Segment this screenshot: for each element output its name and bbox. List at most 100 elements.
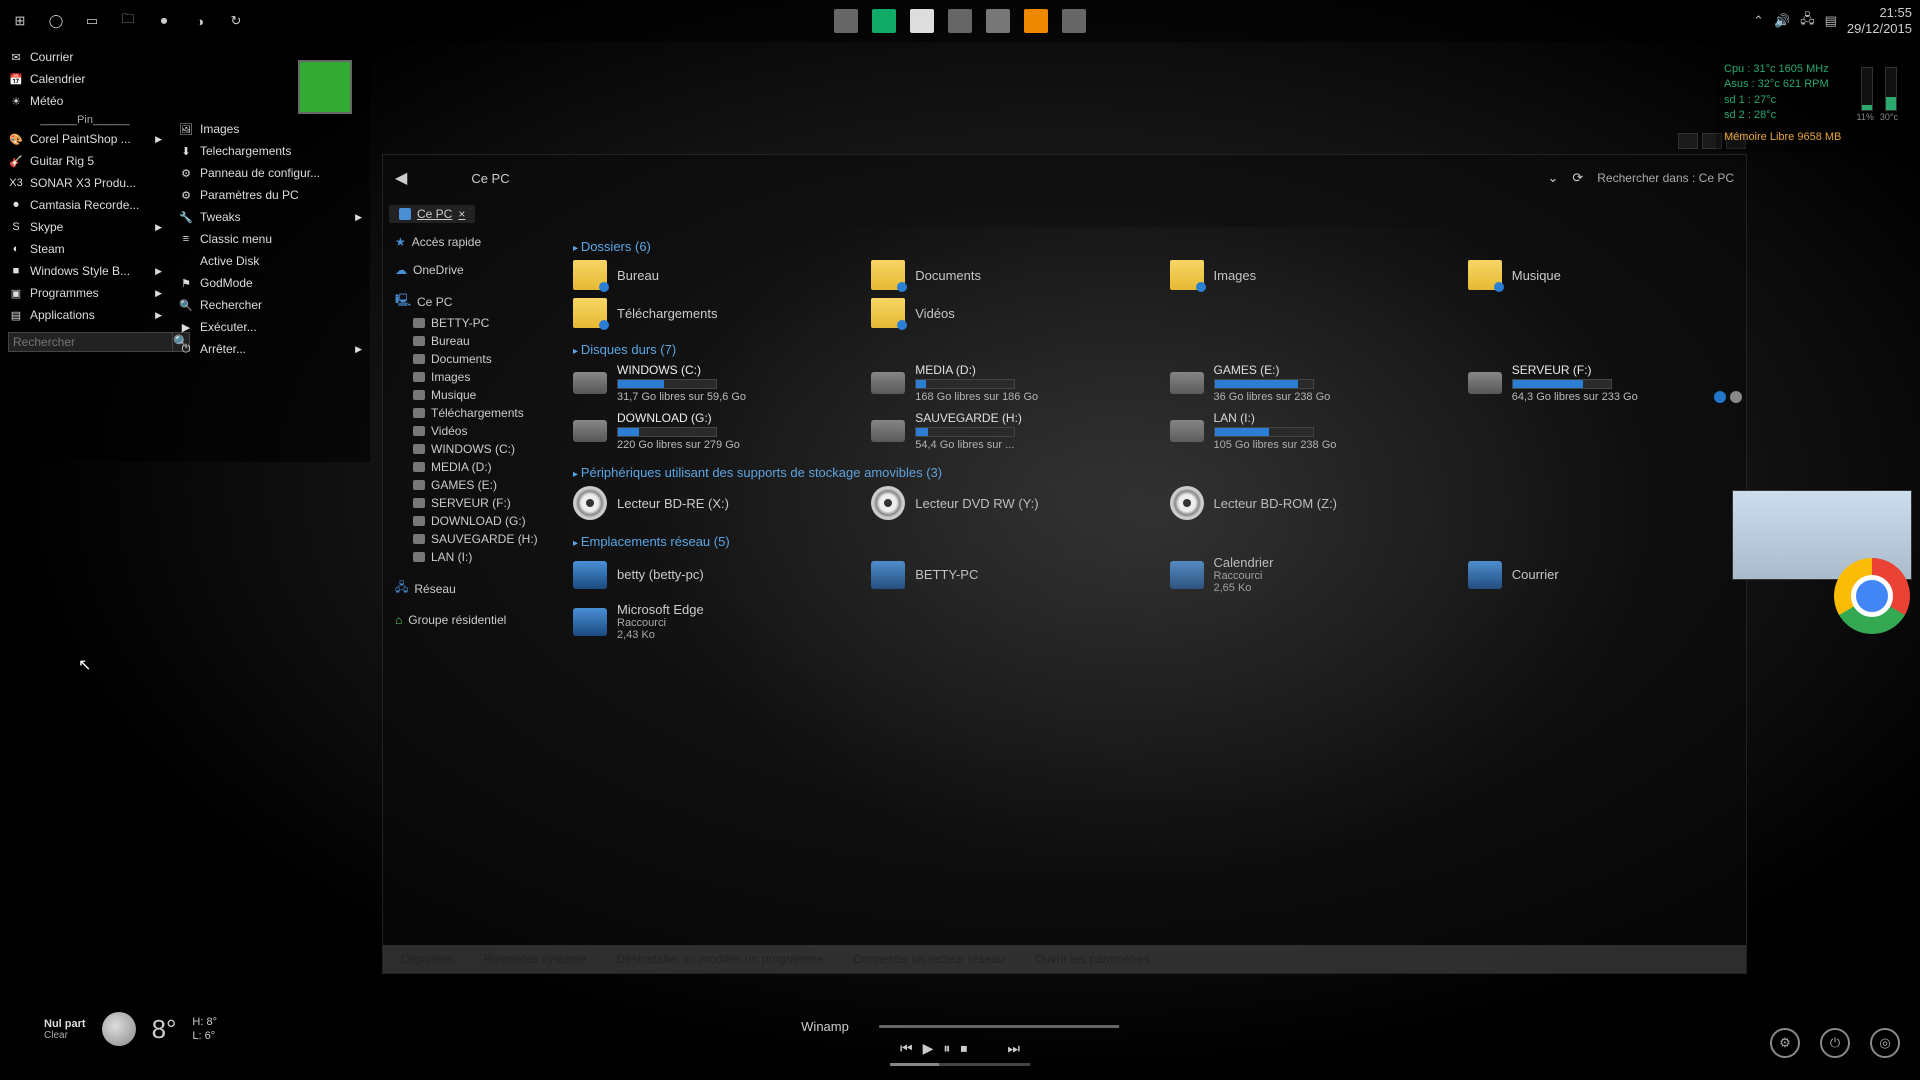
tray-app-7-icon[interactable] [1062, 9, 1086, 33]
user-avatar[interactable] [298, 60, 352, 114]
folder-tile[interactable]: Vidéos [871, 298, 1139, 328]
media-next-icon[interactable]: ⏭ [1007, 1040, 1020, 1057]
sidebar-item[interactable]: LAN (I:) [383, 548, 563, 566]
optical-drive-tile[interactable]: Lecteur BD-ROM (Z:) [1170, 486, 1438, 520]
media-progress[interactable] [879, 1025, 1119, 1028]
start-item[interactable]: ⏺Camtasia Recorde... [0, 194, 170, 216]
group-drives-header[interactable]: Disques durs (7) [573, 342, 1736, 357]
drive-tile[interactable]: DOWNLOAD (G:) 220 Go libres sur 279 Go [573, 411, 841, 451]
start-item[interactable]: ⬇Telechargements [170, 140, 370, 162]
network-tile[interactable]: Microsoft EdgeRaccourci2,43 Ko [573, 602, 841, 641]
media-prev-icon[interactable]: ⏮ [900, 1040, 913, 1057]
tray-app-2-icon[interactable] [872, 9, 896, 33]
sidebar-homegroup[interactable]: ⌂Groupe résidentiel [383, 611, 563, 629]
option-button[interactable]: ◎ [1870, 1028, 1900, 1058]
start-item[interactable]: 🎨Corel PaintShop ...▶ [0, 128, 170, 150]
sidebar-item[interactable]: Musique [383, 386, 563, 404]
network-tile[interactable]: Courrier [1468, 555, 1736, 594]
status-action[interactable]: Connecter un lecteur réseau [853, 952, 1004, 966]
sidebar-item[interactable]: SERVEUR (F:) [383, 494, 563, 512]
start-item[interactable]: ≡Classic menu [170, 228, 370, 250]
start-item[interactable]: Active Disk [170, 250, 370, 272]
group-removable-header[interactable]: Périphériques utilisant des supports de … [573, 465, 1736, 480]
sidebar-item[interactable]: Documents [383, 350, 563, 368]
tray-app-6-icon[interactable] [1024, 9, 1048, 33]
start-item[interactable]: SSkype▶ [0, 216, 170, 238]
tab-close-icon[interactable]: × [458, 207, 465, 221]
folder-tile[interactable]: Documents [871, 260, 1139, 290]
taskbar-clock[interactable]: 21:55 29/12/2015 [1847, 5, 1912, 36]
sidebar-item[interactable]: Téléchargements [383, 404, 563, 422]
start-item[interactable]: ⚑GodMode [170, 272, 370, 294]
app-icon[interactable]: ◑ [188, 9, 212, 33]
sidebar-item[interactable]: Vidéos [383, 422, 563, 440]
status-action[interactable]: Désinstaller ou modifier un programme [616, 952, 823, 966]
sidebar-onedrive[interactable]: ☁OneDrive [383, 261, 563, 279]
action-center-icon[interactable]: ▤ [1825, 13, 1837, 29]
group-network-header[interactable]: Emplacements réseau (5) [573, 534, 1736, 549]
start-search-input[interactable] [8, 332, 173, 352]
media-volume[interactable] [890, 1063, 1030, 1066]
start-item[interactable]: 🔍Rechercher [170, 294, 370, 316]
back-button[interactable]: ◀ [395, 168, 407, 188]
sidebar-item[interactable]: Bureau [383, 332, 563, 350]
folder-tile[interactable]: Musique [1468, 260, 1736, 290]
status-action[interactable]: Ouvrir les paramètres [1035, 952, 1150, 966]
drive-tile[interactable]: GAMES (E:) 36 Go libres sur 238 Go [1170, 363, 1438, 403]
sidebar-quick-access[interactable]: ★Accès rapide [383, 233, 563, 251]
start-item[interactable]: X3SONAR X3 Produ... [0, 172, 170, 194]
search-label[interactable]: Rechercher dans : Ce PC [1597, 171, 1734, 185]
start-item[interactable]: ■Windows Style B...▶ [0, 260, 170, 282]
folder-tile[interactable]: Images [1170, 260, 1438, 290]
power-button[interactable]: ⏻ [1820, 1028, 1850, 1058]
chrome-icon[interactable] [1834, 558, 1910, 634]
media-play-icon[interactable]: ▶ [923, 1040, 934, 1057]
network-tile[interactable]: betty (betty-pc) [573, 555, 841, 594]
settings-button[interactable]: ⚙ [1770, 1028, 1800, 1058]
sidebar-this-pc[interactable]: 🖳Ce PC [383, 289, 563, 314]
drive-tile[interactable]: SAUVEGARDE (H:) 54,4 Go libres sur ... [871, 411, 1139, 451]
start-item[interactable]: 🔧Tweaks▶ [170, 206, 370, 228]
status-action[interactable]: Propriétés système [484, 952, 587, 966]
minimize-button[interactable] [1678, 133, 1698, 149]
taskview-icon[interactable]: ▭ [80, 9, 104, 33]
drive-tile[interactable]: SERVEUR (F:) 64,3 Go libres sur 233 Go [1468, 363, 1736, 403]
network-tile[interactable]: CalendrierRaccourci2,65 Ko [1170, 555, 1438, 594]
camera-icon[interactable]: ⏺ [152, 9, 176, 33]
tray-app-4-icon[interactable] [948, 9, 972, 33]
sidebar-item[interactable]: Images [383, 368, 563, 386]
drive-tile[interactable]: MEDIA (D:) 168 Go libres sur 186 Go [871, 363, 1139, 403]
media-stop-icon[interactable]: ⏹ [960, 1040, 967, 1057]
group-folders-header[interactable]: Dossiers (6) [573, 239, 1736, 254]
sidebar-item[interactable]: GAMES (E:) [383, 476, 563, 494]
refresh-icon[interactable]: ⟳ [1572, 170, 1583, 186]
start-item[interactable]: ✉Courrier [0, 46, 170, 68]
explorer-icon[interactable]: 🗀 [116, 9, 140, 33]
sidebar-item[interactable]: MEDIA (D:) [383, 458, 563, 476]
start-item[interactable]: ☀Météo [0, 90, 170, 112]
history-dropdown-icon[interactable]: ⌄ [1547, 170, 1558, 186]
chevron-up-icon[interactable]: ⌃ [1753, 13, 1764, 29]
tab-this-pc[interactable]: Ce PC × [389, 205, 475, 223]
sidebar-item[interactable]: SAUVEGARDE (H:) [383, 530, 563, 548]
drive-tile[interactable]: LAN (I:) 105 Go libres sur 238 Go [1170, 411, 1438, 451]
sidebar-item[interactable]: BETTY-PC [383, 314, 563, 332]
folder-tile[interactable]: Téléchargements [573, 298, 841, 328]
tray-app-1-icon[interactable] [834, 9, 858, 33]
start-item[interactable]: ▤Applications▶ [0, 304, 170, 326]
volume-icon[interactable]: 🔊 [1774, 13, 1790, 29]
start-icon[interactable]: ⊞ [8, 9, 32, 33]
start-item[interactable]: ⚙Panneau de configur... [170, 162, 370, 184]
start-item[interactable]: 📅Calendrier [0, 68, 170, 90]
sidebar-item[interactable]: DOWNLOAD (G:) [383, 512, 563, 530]
start-item[interactable]: ⚙Paramètres du PC [170, 184, 370, 206]
start-item[interactable]: ◐Steam [0, 238, 170, 260]
drive-tile[interactable]: WINDOWS (C:) 31,7 Go libres sur 59,6 Go [573, 363, 841, 403]
start-item[interactable]: ▣Programmes▶ [0, 282, 170, 304]
status-action[interactable]: Organiser [401, 952, 454, 966]
sidebar-item[interactable]: WINDOWS (C:) [383, 440, 563, 458]
start-item[interactable]: ⏻Arrêter...▶ [170, 338, 370, 360]
optical-drive-tile[interactable]: Lecteur DVD RW (Y:) [871, 486, 1139, 520]
tray-app-3-icon[interactable] [910, 9, 934, 33]
folder-tile[interactable]: Bureau [573, 260, 841, 290]
